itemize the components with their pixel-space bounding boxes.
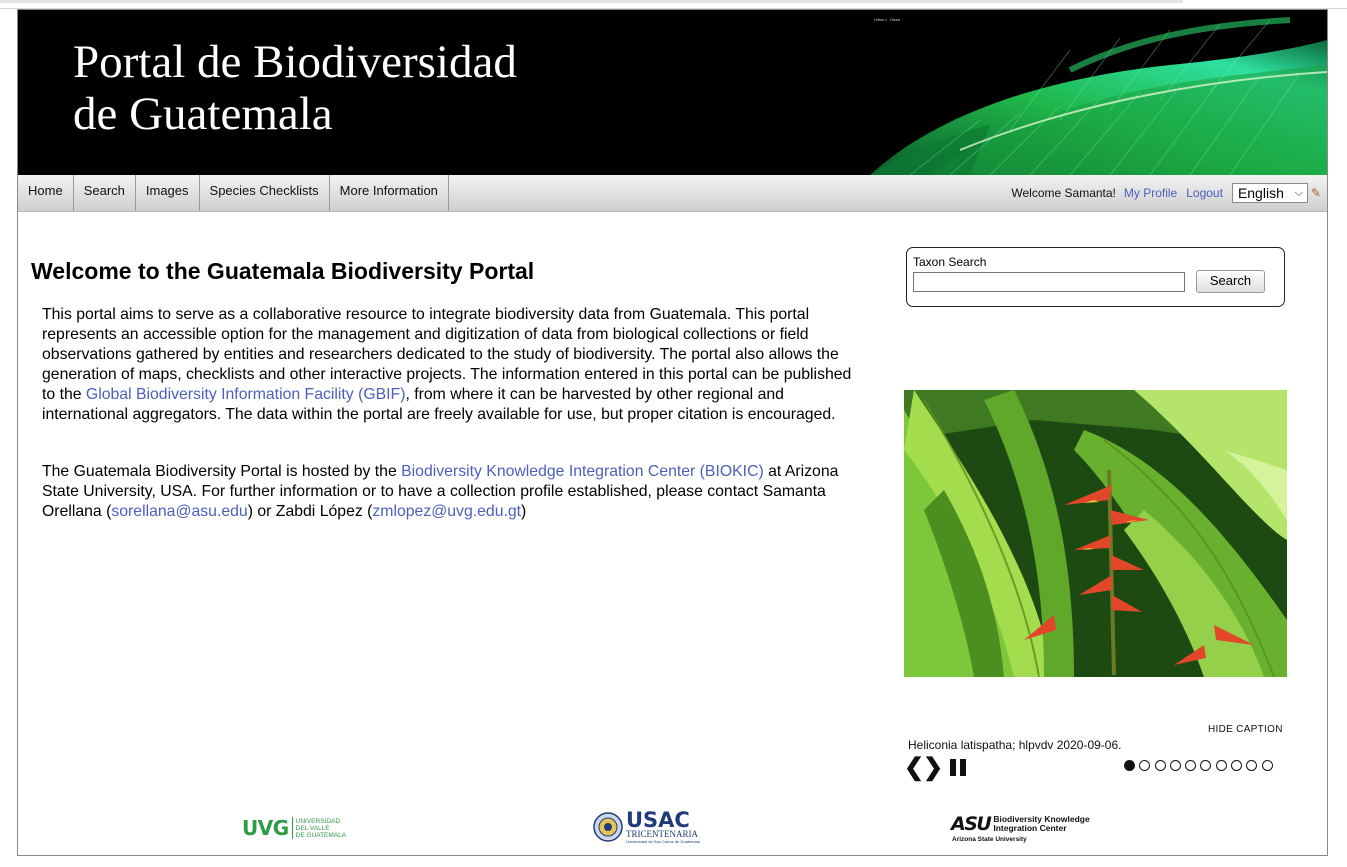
asu-logo-mark: ASU [951, 813, 992, 835]
slide-dot-8[interactable] [1231, 760, 1243, 771]
biokic-link[interactable]: Biodiversity Knowledge Integration Cente… [401, 463, 764, 480]
usac-logo-line2: Universidad de San Carlos de Guatemala [626, 839, 700, 844]
language-select[interactable]: English ⌵ [1231, 183, 1308, 203]
main-navigation: Home Search Images Species Checklists Mo… [18, 175, 1327, 212]
email-link-sorellana[interactable]: sorellana@asu.edu [111, 503, 247, 520]
chevron-down-icon: ⌵ [1294, 187, 1303, 199]
logout-link[interactable]: Logout [1186, 186, 1223, 200]
slide-dot-1[interactable] [1124, 760, 1135, 771]
slide-dot-6[interactable] [1200, 760, 1212, 771]
taxon-search-button[interactable]: Search [1196, 270, 1265, 293]
prev-arrow-icon[interactable]: ❮ [904, 756, 924, 780]
taxon-search-label: Taxon Search [913, 255, 987, 269]
hide-caption-button[interactable]: HIDE CAPTION [1208, 724, 1283, 735]
pencil-icon[interactable]: ✎ [1311, 186, 1321, 200]
uvg-logo-line3: DE GUATEMALA [295, 831, 347, 839]
email-link-zmlopez[interactable]: zmlopez@uvg.edu.gt [372, 503, 521, 520]
asu-biokic-logo[interactable]: ASU Biodiversity Knowledge Integration C… [951, 813, 1090, 843]
site-title-line2: de Guatemala [73, 88, 333, 140]
photo-credit: Hilton L. Olsen [874, 17, 901, 22]
slide-dot-4[interactable] [1169, 760, 1181, 771]
hosting-text-4: ) [521, 503, 527, 521]
user-bar: Welcome Samanta! My Profile Logout Engli… [1011, 183, 1321, 203]
asu-logo-subtitle: Arizona State University [952, 836, 1027, 843]
welcome-text: Welcome Samanta! [1011, 186, 1116, 200]
nav-species-checklists[interactable]: Species Checklists [200, 175, 330, 211]
nav-more-information[interactable]: More Information [330, 175, 449, 211]
slide-dot-5[interactable] [1185, 760, 1197, 771]
pause-icon[interactable] [950, 759, 966, 776]
site-banner: Portal de Biodiversidad de Guatemala Hil… [18, 10, 1327, 175]
nav-search[interactable]: Search [74, 175, 136, 211]
slide-indicators [1124, 760, 1277, 771]
intro-paragraph: This portal aims to serve as a collabora… [42, 305, 852, 426]
gbif-link[interactable]: Global Biodiversity Information Facility… [86, 386, 406, 403]
uvg-logo-mark: UVG [242, 816, 289, 840]
slideshow-image [904, 390, 1287, 677]
slide-dot-7[interactable] [1215, 760, 1227, 771]
uvg-logo-text: UNIVERSIDAD DEL VALLE DE GUATEMALA [296, 818, 346, 839]
site-title[interactable]: Portal de Biodiversidad de Guatemala [73, 36, 517, 140]
slide-caption: Heliconia latispatha; hlpvdv 2020-09-06. [908, 738, 1122, 752]
uvg-logo[interactable]: UVG UNIVERSIDAD DEL VALLE DE GUATEMALA [242, 816, 346, 840]
taxon-search-box: Taxon Search Search [906, 247, 1285, 307]
nav-images[interactable]: Images [136, 175, 200, 211]
slide-dot-2[interactable] [1139, 760, 1151, 771]
next-arrow-icon[interactable]: ❯ [923, 756, 943, 780]
uvg-logo-line1: UNIVERSIDAD [295, 817, 341, 825]
uvg-logo-divider [291, 817, 293, 839]
language-selected: English [1237, 185, 1284, 201]
slide-dot-10[interactable] [1261, 760, 1273, 771]
uvg-logo-line2: DEL VALLE [295, 824, 330, 832]
browser-top-strip [0, 0, 1347, 9]
asu-logo-text: Biodiversity Knowledge Integration Cente… [993, 815, 1089, 833]
my-profile-link[interactable]: My Profile [1124, 186, 1177, 200]
usac-seal-icon [593, 812, 623, 842]
usac-logo-mark: USAC [626, 808, 690, 832]
site-title-line1: Portal de Biodiversidad [73, 36, 517, 88]
slide-dot-3[interactable] [1154, 760, 1166, 771]
hosting-text-3: ) or Zabdi López ( [247, 503, 373, 521]
page-title: Welcome to the Guatemala Biodiversity Po… [31, 258, 535, 284]
usac-logo[interactable]: USAC TRICENTENARIA Universidad de San Ca… [593, 810, 700, 844]
usac-logo-line1: TRICENTENARIA [626, 829, 698, 839]
taxon-search-input[interactable] [913, 272, 1185, 292]
nav-home[interactable]: Home [18, 175, 74, 211]
asu-logo-line2: Integration Center [993, 823, 1067, 833]
hosting-text-1: The Guatemala Biodiversity Portal is hos… [42, 463, 402, 480]
quetzal-feather-image [870, 10, 1327, 175]
hosting-paragraph: The Guatemala Biodiversity Portal is hos… [42, 462, 852, 522]
browser-strip-shade [0, 0, 1183, 3]
slide-dot-9[interactable] [1246, 760, 1258, 771]
page-frame: Portal de Biodiversidad de Guatemala Hil… [17, 9, 1328, 856]
